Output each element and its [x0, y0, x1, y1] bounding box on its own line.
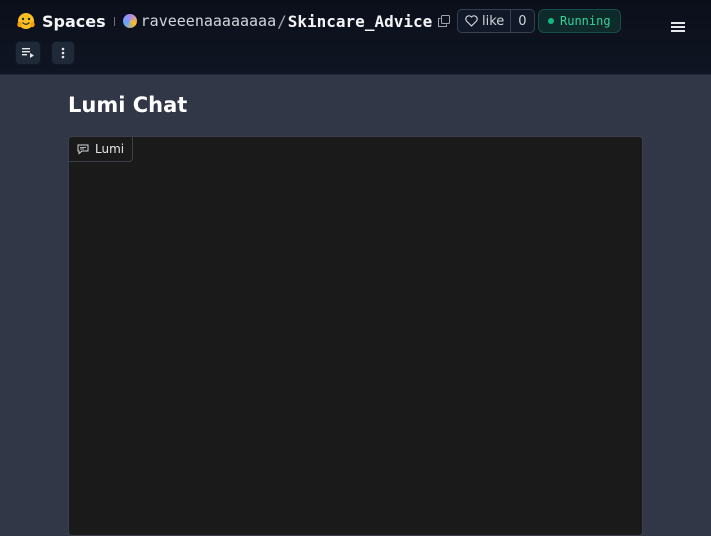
spaces-link[interactable]: Spaces [42, 12, 106, 31]
playlist-button[interactable] [15, 41, 41, 65]
status-dot-icon [548, 18, 554, 24]
like-action[interactable]: like [458, 10, 510, 32]
hugging-face-logo[interactable] [16, 11, 36, 31]
breadcrumb-divider [113, 16, 115, 26]
status-label: Running [560, 14, 611, 28]
like-label: like [482, 13, 505, 29]
copy-icon[interactable] [438, 15, 451, 27]
like-button[interactable]: like 0 [457, 9, 535, 33]
owner-link[interactable]: raveeenaaaaaaaa [141, 12, 276, 30]
breadcrumb: Spaces raveeenaaaaaaaa / Skincare_Advice [16, 9, 451, 33]
heart-icon [465, 15, 478, 27]
page-title: Lumi Chat [68, 93, 188, 117]
top-header: Spaces raveeenaaaaaaaa / Skincare_Advice… [0, 0, 711, 75]
status-badge[interactable]: Running [538, 9, 621, 33]
chatbot-label-text: Lumi [95, 142, 125, 156]
more-options-button[interactable] [51, 41, 75, 65]
chatbot-panel[interactable]: Lumi [68, 136, 643, 536]
playlist-icon [22, 48, 34, 58]
more-vertical-icon [61, 47, 65, 59]
repo-name-link[interactable]: Skincare_Advice [288, 12, 433, 31]
chat-bubble-icon [77, 144, 89, 155]
chatbot-label: Lumi [69, 137, 134, 162]
like-count[interactable]: 0 [510, 10, 533, 32]
breadcrumb-slash: / [277, 11, 287, 31]
owner-avatar[interactable] [122, 14, 137, 28]
hamburger-menu-icon[interactable] [670, 19, 686, 35]
